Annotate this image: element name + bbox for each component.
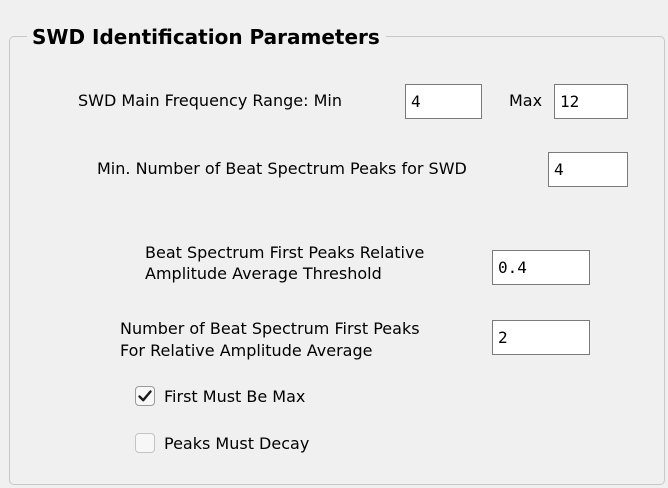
freq-range-max-input[interactable] [554, 84, 628, 119]
rel-amp-threshold-label-line2: Amplitude Average Threshold [145, 264, 382, 283]
first-must-be-max-box[interactable] [135, 386, 155, 406]
swd-parameters-panel: SWD Identification Parameters SWD Main F… [0, 0, 668, 488]
groupbox-title: SWD Identification Parameters [27, 24, 386, 50]
peaks-must-decay-box[interactable] [135, 433, 155, 453]
freq-range-max-label: Max [509, 91, 543, 110]
num-first-peaks-label-line2: For Relative Amplitude Average [120, 341, 373, 360]
first-must-be-max-checkbox[interactable]: First Must Be Max [135, 385, 365, 409]
peaks-must-decay-checkbox[interactable]: Peaks Must Decay [135, 432, 365, 456]
min-peaks-input[interactable] [548, 152, 628, 187]
freq-range-min-label: SWD Main Frequency Range: Min [78, 91, 342, 110]
num-first-peaks-label-line1: Number of Beat Spectrum First Peaks [120, 319, 420, 338]
rel-amp-threshold-label-line1: Beat Spectrum First Peaks Relative [145, 243, 425, 262]
first-must-be-max-label: First Must Be Max [164, 387, 306, 406]
min-peaks-label: Min. Number of Beat Spectrum Peaks for S… [97, 159, 467, 178]
checkmark-icon [138, 390, 152, 402]
freq-range-min-input[interactable] [405, 84, 482, 119]
rel-amp-threshold-input[interactable] [492, 250, 590, 285]
peaks-must-decay-label: Peaks Must Decay [164, 434, 310, 453]
num-first-peaks-input[interactable] [492, 320, 590, 355]
